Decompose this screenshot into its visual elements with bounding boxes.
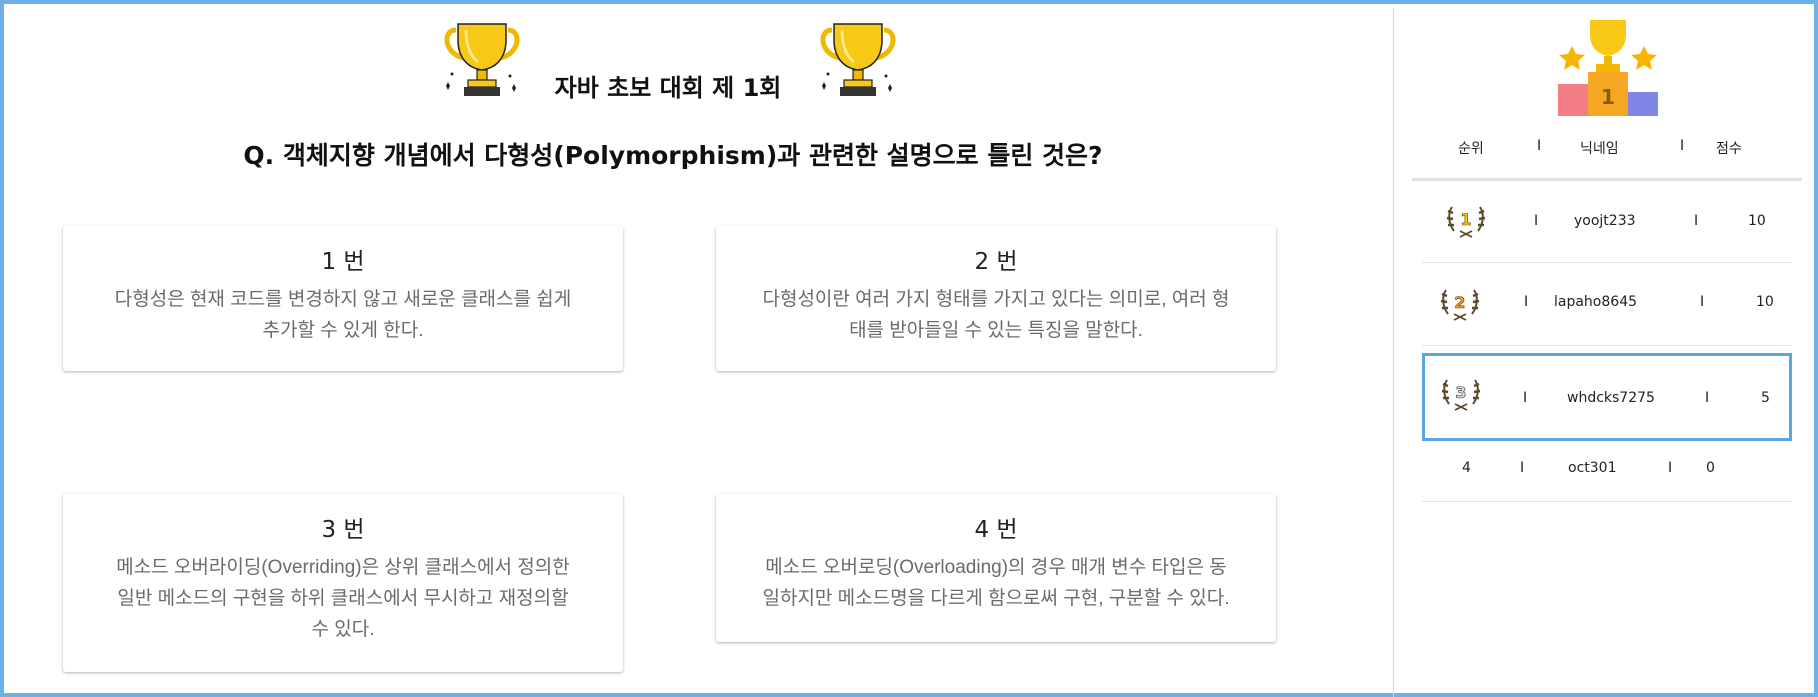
rank-column-header: 순위 [1458, 141, 1484, 157]
podium-icon: 1 [1558, 20, 1658, 116]
score-cell: 10 [1748, 213, 1766, 229]
svg-text:3: 3 [1455, 383, 1466, 402]
nickname-cell: oct301 [1568, 460, 1617, 476]
nickname-cell: lapaho8645 [1554, 294, 1638, 310]
answer-option-1[interactable]: 1 번 다형성은 현재 코드를 변경하지 않고 새로운 클래스를 쉽게 추가할 … [63, 226, 623, 371]
column-separator: I [1534, 213, 1539, 229]
ranking-row: 2 I lapaho8645 I 10 [1422, 264, 1792, 346]
option-description: 다형성은 현재 코드를 변경하지 않고 새로운 클래스를 쉽게 추가할 수 있게… [114, 289, 572, 341]
score-cell: 5 [1761, 390, 1770, 406]
laurel-medal-icon: 3 [1441, 379, 1481, 411]
option-number: 4 번 [974, 517, 1018, 543]
answer-option-2[interactable]: 2 번 다형성이란 여러 가지 형태를 가지고 있다는 의미로, 여러 형 태를… [716, 226, 1276, 371]
ranking-header: 순위 I 닉네임 I 점수 [1412, 138, 1802, 168]
column-separator: I [1680, 138, 1685, 154]
question-text: Q. 객체지향 개념에서 다형성(Polymorphism)과 관련한 설명으로… [243, 141, 1103, 170]
trophy-icon [444, 23, 520, 96]
title-row: 자바 초보 대회 제 1회 [8, 20, 1394, 102]
column-separator: I [1700, 294, 1705, 310]
option-description: 메소드 오버로딩(Overloading)의 경우 매개 변수 타입은 동 일하… [762, 557, 1230, 609]
option-description: 메소드 오버라이딩(Overriding)은 상위 클래스에서 정의한 일반 메… [116, 557, 570, 640]
ranking-row-current-user: 3 I whdcks7275 I 5 [1422, 353, 1792, 441]
score-cell: 0 [1706, 460, 1715, 476]
rank-cell: 4 [1462, 460, 1471, 476]
column-separator: I [1537, 138, 1542, 154]
laurel-medal-icon: 2 [1440, 289, 1480, 321]
ranking-row: 1 I yoojt233 I 10 [1422, 183, 1792, 263]
score-column-header: 점수 [1716, 141, 1742, 157]
nickname-cell: whdcks7275 [1567, 390, 1655, 406]
svg-text:2: 2 [1454, 293, 1465, 312]
column-separator: I [1705, 390, 1710, 406]
quiz-area: 자바 초보 대회 제 1회 Q. 객체지향 개념에서 다형성(Polymorph… [8, 8, 1394, 697]
column-separator: I [1520, 460, 1525, 476]
score-cell: 10 [1756, 294, 1774, 310]
header-rule [1412, 178, 1802, 181]
option-number: 2 번 [974, 249, 1018, 275]
trophy-icon [820, 23, 896, 96]
laurel-medal-icon: 1 [1446, 206, 1486, 238]
column-separator: I [1668, 460, 1673, 476]
ranking-row: 4 I oct301 I 0 [1422, 444, 1792, 502]
answer-option-4[interactable]: 4 번 메소드 오버로딩(Overloading)의 경우 매개 변수 타입은 … [716, 494, 1276, 642]
column-separator: I [1694, 213, 1699, 229]
ranking-sidebar: 1 순위 I 닉네임 I 점수 1 I yoojt233 I 10 2 I la… [1394, 8, 1818, 697]
option-number: 1 번 [321, 249, 365, 275]
contest-title: 자바 초보 대회 제 1회 [554, 74, 782, 102]
nickname-cell: yoojt233 [1574, 213, 1636, 229]
answer-option-3[interactable]: 3 번 메소드 오버라이딩(Overriding)은 상위 클래스에서 정의한 … [63, 494, 623, 672]
svg-text:1: 1 [1601, 85, 1615, 109]
app-frame: 자바 초보 대회 제 1회 Q. 객체지향 개념에서 다형성(Polymorph… [0, 0, 1818, 697]
option-description: 다형성이란 여러 가지 형태를 가지고 있다는 의미로, 여러 형 태를 받아들… [762, 289, 1230, 341]
column-separator: I [1523, 390, 1528, 406]
svg-text:1: 1 [1460, 210, 1471, 229]
column-separator: I [1524, 294, 1529, 310]
nickname-column-header: 닉네임 [1580, 141, 1619, 157]
option-number: 3 번 [321, 517, 365, 543]
